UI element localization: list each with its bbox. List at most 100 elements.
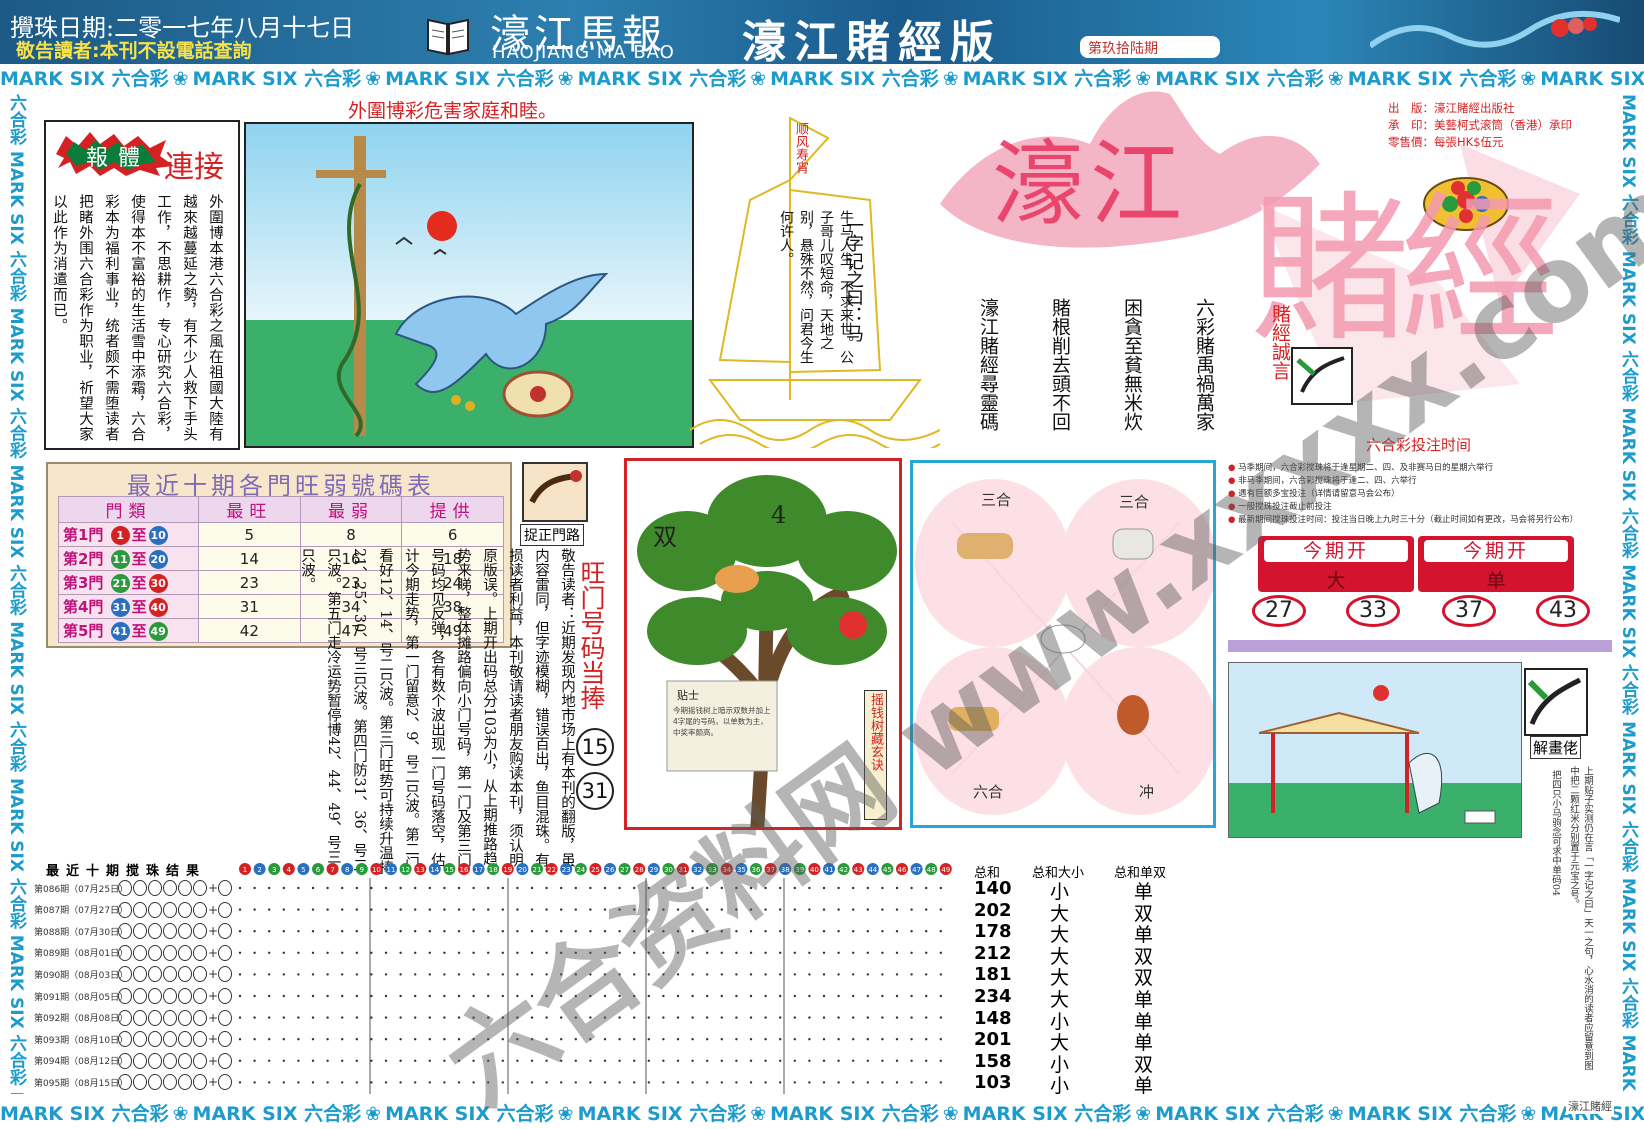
grid-dot (443, 1059, 446, 1062)
grid-dot (676, 994, 680, 998)
grid-dot (516, 973, 519, 976)
ball-number-marker: 24 (574, 863, 587, 875)
grid-dot (268, 1016, 271, 1019)
links-title-3: 連接 (164, 150, 224, 185)
grid-dot (808, 930, 811, 933)
grid-dot (720, 886, 723, 890)
grid-dot (603, 951, 607, 954)
result-ball-slot (148, 1052, 162, 1069)
grid-dot (749, 994, 753, 998)
result-ball-slot (133, 1009, 147, 1026)
result-ball-slot (163, 901, 177, 918)
result-row: 第095期（08月15日） + (34, 1074, 233, 1096)
grid-dot (326, 1016, 329, 1019)
motto-line-3: 賭根削去頭不回 (1049, 298, 1071, 431)
grid-dot (530, 908, 534, 911)
grid-dot (384, 1016, 388, 1019)
hot-number-1: 15 (576, 728, 614, 766)
result-ball-slot (118, 901, 132, 918)
grid-dot (662, 1059, 665, 1062)
grid-dot (939, 951, 942, 954)
tree-char-four: 4 (771, 501, 787, 529)
grid-dot (297, 1038, 300, 1041)
grid-dot (282, 951, 285, 954)
grid-dot (676, 930, 680, 933)
grid-dot (311, 930, 315, 933)
result-row: 第088期（07月30日） + (34, 923, 233, 945)
grid-dot (457, 930, 461, 933)
grid-dot (268, 908, 271, 911)
grid-dot (764, 1081, 767, 1084)
result-ball-slot (163, 1074, 177, 1091)
grid-dot (472, 930, 475, 933)
grid-dot (676, 1059, 680, 1062)
grid-dot (428, 908, 431, 911)
result-ball-slot (148, 1074, 162, 1091)
result-ball-slot (178, 1052, 192, 1069)
open-number-1: 27 (1252, 595, 1306, 627)
grid-dot (808, 1081, 811, 1084)
ball-number-marker: 6 (312, 863, 324, 875)
grid-dot (297, 973, 300, 976)
sum-value: 234 (974, 986, 1012, 1007)
gambling-slogan: 外圍博彩危害家庭和睦。 (348, 100, 558, 122)
svg-text:18: 18 (489, 866, 498, 874)
grid-dot (925, 1059, 928, 1062)
grid-dot (487, 1016, 490, 1019)
grid-dot (852, 908, 855, 911)
grid-dot (603, 994, 607, 998)
grid-dot (545, 1059, 548, 1062)
grid-dot (268, 994, 271, 998)
grid-dot (472, 994, 475, 998)
result-draw-label: 第095期（08月15日） (34, 1078, 129, 1089)
grid-dot (355, 951, 358, 954)
hot-number-2: 31 (576, 772, 614, 810)
sum-value: 158 (974, 1050, 1012, 1072)
grid-dot (428, 973, 431, 976)
result-plus: + (208, 1032, 219, 1047)
grid-dot (253, 994, 256, 998)
grid-dot (925, 951, 928, 954)
sailboat-flag: 顺风寿宵 (793, 122, 808, 174)
grid-dot (487, 973, 490, 976)
result-draw-label: 第092期（08月08日） (34, 1014, 129, 1025)
sailboat-verse: 牛马人生，不求来世。公子哥儿叹短命，天地之别，悬殊不然，问君今生何许人。 (778, 210, 854, 364)
grid-dot (560, 908, 563, 911)
grid-dot (414, 1016, 417, 1019)
grid-dot (238, 1038, 242, 1041)
grid-dot (355, 973, 358, 976)
result-special-slot (218, 1009, 233, 1026)
grid-dot (370, 973, 373, 976)
gate-name: 第5門 (63, 622, 104, 640)
grid-dot (414, 930, 417, 933)
grid-dot (457, 908, 461, 911)
grid-dot (268, 951, 271, 954)
grid-dot (676, 1081, 680, 1084)
results-dot-grid (238, 878, 942, 1094)
grid-dot (793, 930, 796, 933)
result-ball-slot (163, 944, 177, 961)
grid-dot (399, 1016, 402, 1019)
grid-dot (297, 1016, 300, 1019)
result-ball-slot (118, 988, 132, 1004)
result-ball-slot (133, 988, 147, 1004)
result-ball-slot (178, 901, 192, 918)
result-ball-slot (193, 1052, 207, 1069)
grid-dot (516, 1081, 519, 1084)
grid-dot (282, 886, 285, 890)
grid-dot (939, 1081, 942, 1084)
result-special-slot (218, 988, 233, 1004)
grid-dot (779, 1081, 782, 1084)
result-ball-slot (178, 880, 192, 896)
open-number-3: 37 (1442, 595, 1496, 627)
zodiac-label-bottom-right: 冲 (1139, 783, 1155, 801)
result-ball-slot (163, 880, 177, 896)
grid-dot (793, 1059, 796, 1062)
open-value-size: 大 (1326, 570, 1346, 592)
grid-dot (589, 973, 592, 976)
grid-dot (925, 930, 928, 933)
grid-dot (399, 994, 402, 998)
grid-dot (530, 951, 534, 954)
hand-brush-icon (1524, 668, 1588, 736)
bet-time-item: 非马季期间，六合彩搅珠将于逢二、四、六举行 (1228, 475, 1612, 488)
